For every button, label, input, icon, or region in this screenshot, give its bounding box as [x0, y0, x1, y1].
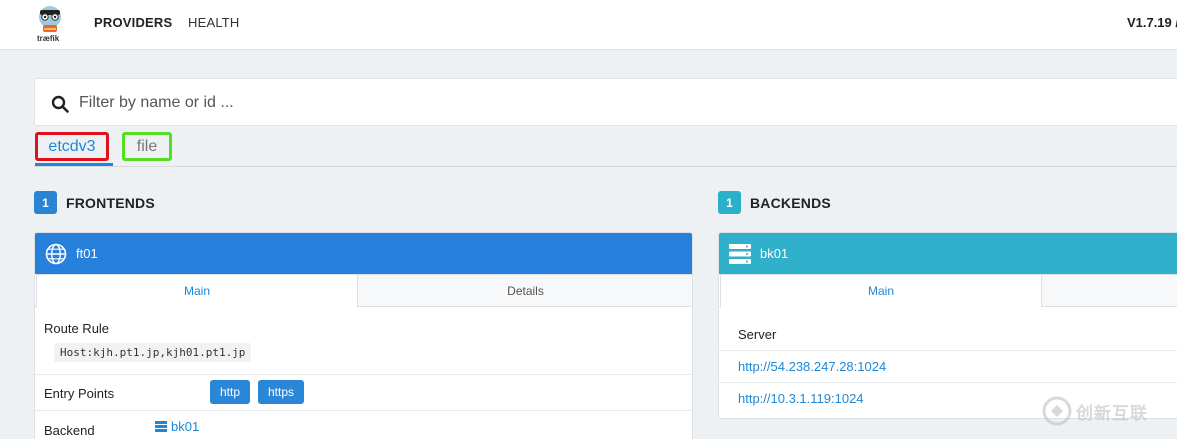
route-rule-row: Route Rule Host:kjh.pt1.jp,kjh01.pt1.jp: [35, 307, 692, 374]
logo-wordmark: træfik: [37, 34, 60, 43]
route-rule-value: Host:kjh.pt1.jp,kjh01.pt1.jp: [54, 343, 252, 362]
server-header-row: Server: [719, 307, 1177, 350]
provider-tabs-divider: [34, 166, 1177, 167]
tab-main[interactable]: Main: [720, 274, 1042, 308]
nav-health-link[interactable]: HEALTH: [188, 15, 240, 30]
server-icon: [729, 243, 751, 264]
server-icon: [155, 421, 167, 432]
route-rule-label: Route Rule: [44, 321, 110, 336]
frontends-title: FRONTENDS: [66, 194, 155, 211]
active-tab-indicator: [35, 163, 113, 166]
version-label: V1.7.19 /: [1126, 15, 1177, 30]
backend-row: Backend bk01: [35, 410, 692, 439]
provider-tab-file[interactable]: file: [122, 132, 172, 161]
server-url-link[interactable]: http://54.238.247.28:1024: [738, 359, 886, 374]
entry-point-http-badge[interactable]: http: [210, 380, 250, 404]
search-icon: [51, 95, 69, 113]
tab-empty[interactable]: [1041, 274, 1177, 307]
tab-main[interactable]: Main: [36, 274, 358, 308]
frontends-count-badge: 1: [34, 191, 57, 214]
entry-point-https-badge[interactable]: https: [258, 380, 304, 404]
globe-icon: [45, 243, 67, 264]
watermark: 创新互联: [1042, 396, 1148, 426]
backend-card-header: bk01: [719, 233, 1177, 274]
backend-link-label: bk01: [171, 419, 200, 434]
backend-label: Backend: [44, 423, 95, 438]
traefik-logo[interactable]: træfik: [34, 4, 66, 44]
entry-points-row: Entry Points http https: [35, 374, 692, 410]
backend-card-tabs: Main: [719, 274, 1177, 308]
tab-details[interactable]: Details: [357, 274, 692, 307]
provider-tab-etcdv3[interactable]: etcdv3: [35, 132, 109, 161]
top-navbar: træfik PROVIDERS HEALTH V1.7.19 /: [0, 0, 1177, 50]
backends-header: 1 BACKENDS: [718, 191, 831, 214]
backends-count-badge: 1: [718, 191, 741, 214]
search-bar: [34, 78, 1177, 126]
watermark-logo-icon: [1042, 396, 1072, 426]
frontends-header: 1 FRONTENDS: [34, 191, 155, 214]
server-row: http://54.238.247.28:1024: [719, 350, 1177, 382]
backend-link[interactable]: bk01: [155, 419, 199, 434]
frontend-card-header: ft01: [35, 233, 692, 274]
backend-name: bk01: [760, 246, 789, 261]
watermark-text: 创新互联: [1076, 403, 1148, 423]
entry-points-label: Entry Points: [44, 386, 115, 401]
frontend-card-tabs: Main Details: [35, 274, 692, 308]
frontend-name: ft01: [76, 246, 98, 261]
server-label: Server: [738, 327, 777, 342]
search-input[interactable]: [79, 92, 679, 114]
nav-providers-link[interactable]: PROVIDERS: [94, 15, 172, 30]
frontend-card: ft01 Main Details Route Rule Host:kjh.pt…: [34, 232, 693, 439]
server-url-link[interactable]: http://10.3.1.119:1024: [738, 391, 864, 406]
backends-title: BACKENDS: [750, 194, 831, 211]
backend-card: bk01 Main Server http://54.238.247.28:10…: [718, 232, 1177, 419]
